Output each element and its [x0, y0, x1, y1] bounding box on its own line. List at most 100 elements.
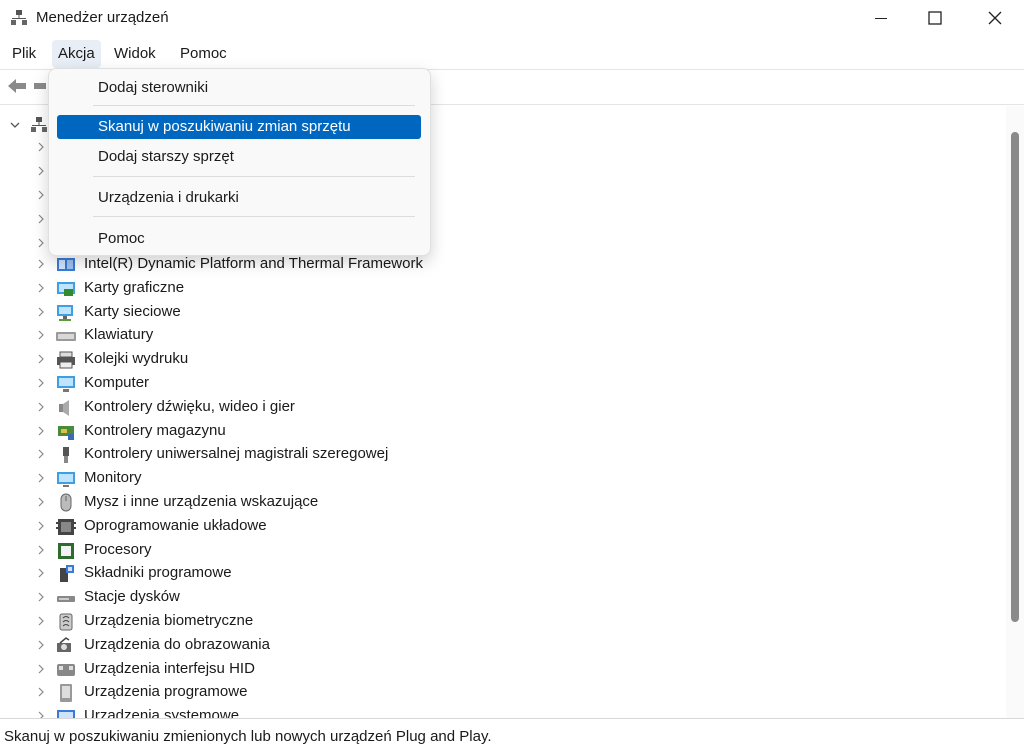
tree-item-label: Karty sieciowe [84, 302, 181, 320]
chevron-right-icon[interactable] [36, 212, 46, 226]
tree-item[interactable]: Urządzenia programowe [0, 681, 990, 705]
minimize-button[interactable] [854, 0, 908, 36]
tree-item[interactable]: Kolejki wydruku [0, 348, 990, 372]
hid-icon [57, 663, 75, 676]
tree-item-label: Mysz i inne urządzenia wskazujące [84, 493, 319, 510]
status-text: Skanuj w poszukiwaniu zmienionych lub no… [4, 728, 492, 745]
tree-item-label: Urządzenia programowe [84, 683, 248, 701]
tree-item-label: Klawiatury [84, 326, 154, 344]
maximize-icon [928, 11, 942, 25]
minimize-icon [875, 18, 887, 19]
chevron-right-icon[interactable] [36, 685, 46, 699]
tree-item[interactable]: Składniki programowe [0, 562, 990, 586]
chevron-right-icon[interactable] [36, 590, 46, 604]
tree-item[interactable]: Kontrolery uniwersalnej magistrali szere… [0, 443, 990, 467]
chevron-right-icon[interactable] [36, 471, 46, 485]
keyboard-icon [56, 332, 76, 342]
vertical-scrollbar[interactable] [1006, 106, 1024, 718]
camera-icon [57, 636, 71, 652]
tree-item-label: Kontrolery uniwersalnej magistrali szere… [84, 445, 389, 463]
tree-item-label: Urządzenia systemowe [84, 707, 240, 718]
chevron-right-icon[interactable] [36, 424, 46, 438]
tree-item-label: Intel(R) Dynamic Platform and Thermal Fr… [84, 255, 423, 272]
menu-separator [93, 216, 415, 217]
tree-item[interactable]: Komputer [0, 372, 990, 396]
menu-item-add-drivers[interactable]: Dodaj sterowniki [57, 76, 421, 100]
tree-item-label: Komputer [84, 374, 150, 391]
chevron-right-icon[interactable] [36, 376, 46, 390]
chevron-right-icon[interactable] [36, 519, 46, 533]
mouse-icon [60, 493, 72, 512]
tree-item-label: Kontrolery magazynu [84, 421, 226, 439]
tree-item[interactable]: Urządzenia systemowe [0, 705, 990, 718]
tree-item[interactable]: Karty graficzne [0, 277, 990, 301]
menu-help[interactable]: Pomoc [174, 40, 233, 68]
tree-item[interactable]: Karty sieciowe [0, 301, 990, 325]
system-device-icon [57, 710, 75, 718]
tree-item[interactable]: Kontrolery magazynu [0, 420, 990, 444]
tree-item-label: Karty graficzne [84, 278, 185, 296]
chevron-right-icon[interactable] [36, 164, 46, 178]
menu-item-help[interactable]: Pomoc [57, 227, 421, 251]
printer-icon [57, 351, 75, 369]
chevron-right-icon[interactable] [36, 709, 46, 718]
menu-item-label: Urządzenia i drukarki [98, 189, 239, 206]
chevron-right-icon[interactable] [36, 400, 46, 414]
menu-view[interactable]: Widok [108, 40, 162, 68]
menu-item-scan-hardware-changes[interactable]: Skanuj w poszukiwaniu zmian sprzętu [57, 115, 421, 139]
chevron-right-icon[interactable] [36, 352, 46, 366]
menu-item-label: Dodaj sterowniki [98, 79, 209, 96]
menu-action[interactable]: Akcja [52, 40, 101, 68]
chevron-right-icon[interactable] [36, 236, 46, 250]
tree-item[interactable]: Procesory [0, 539, 990, 563]
forward-arrow-icon[interactable] [34, 80, 46, 92]
chevron-right-icon[interactable] [36, 662, 46, 676]
tree-item[interactable]: Urządzenia do obrazowania [0, 634, 990, 658]
tree-item-label: Składniki programowe [84, 564, 232, 582]
tree-item-label: Procesory [84, 540, 152, 558]
scrollbar-thumb[interactable] [1011, 132, 1019, 622]
menu-item-label: Pomoc [98, 230, 145, 247]
chevron-right-icon[interactable] [36, 566, 46, 580]
tree-item-label: Oprogramowanie układowe [84, 516, 267, 534]
chevron-right-icon[interactable] [36, 257, 46, 271]
chevron-right-icon[interactable] [36, 305, 46, 319]
menu-item-devices-and-printers[interactable]: Urządzenia i drukarki [57, 186, 421, 210]
chevron-right-icon[interactable] [36, 614, 46, 628]
tree-item[interactable]: Stacje dysków [0, 586, 990, 610]
menu-item-add-legacy-hardware[interactable]: Dodaj starszy sprzęt [57, 145, 421, 169]
status-bar: Skanuj w poszukiwaniu zmienionych lub no… [0, 718, 1024, 754]
usb-icon [63, 447, 69, 464]
network-adapter-icon [57, 304, 73, 321]
chevron-down-icon[interactable] [10, 120, 20, 130]
menu-item-label: Skanuj w poszukiwaniu zmian sprzętu [98, 118, 351, 135]
chevron-right-icon[interactable] [36, 543, 46, 557]
tree-item[interactable]: Oprogramowanie układowe [0, 515, 990, 539]
chevron-right-icon[interactable] [36, 328, 46, 342]
tree-item[interactable]: Mysz i inne urządzenia wskazujące [0, 491, 990, 515]
menu-item-label: Dodaj starszy sprzęt [98, 148, 234, 165]
monitor-icon [57, 472, 75, 488]
chevron-right-icon[interactable] [36, 140, 46, 154]
back-arrow-icon[interactable] [6, 77, 28, 95]
tree-item[interactable]: Intel(R) Dynamic Platform and Thermal Fr… [0, 253, 990, 277]
tree-item[interactable]: Klawiatury [0, 324, 990, 348]
chevron-right-icon[interactable] [36, 281, 46, 295]
tree-item-label: Kolejki wydruku [84, 350, 189, 368]
display-adapter-icon [57, 281, 75, 296]
title-bar[interactable]: Menedżer urządzeń [0, 0, 1024, 38]
chevron-right-icon[interactable] [36, 495, 46, 509]
speaker-icon [59, 399, 69, 416]
tree-item[interactable]: Urządzenia interfejsu HID [0, 658, 990, 682]
chevron-right-icon[interactable] [36, 638, 46, 652]
tree-item[interactable]: Monitory [0, 467, 990, 491]
chevron-right-icon[interactable] [36, 447, 46, 461]
maximize-button[interactable] [908, 0, 962, 36]
chevron-right-icon[interactable] [36, 188, 46, 202]
tree-item[interactable]: Kontrolery dźwięku, wideo i gier [0, 396, 990, 420]
tree-item-label: Stacje dysków [84, 588, 180, 606]
computer-icon [57, 376, 75, 392]
menu-file[interactable]: Plik [6, 40, 42, 68]
tree-item[interactable]: Urządzenia biometryczne [0, 610, 990, 634]
close-button[interactable] [968, 0, 1022, 36]
